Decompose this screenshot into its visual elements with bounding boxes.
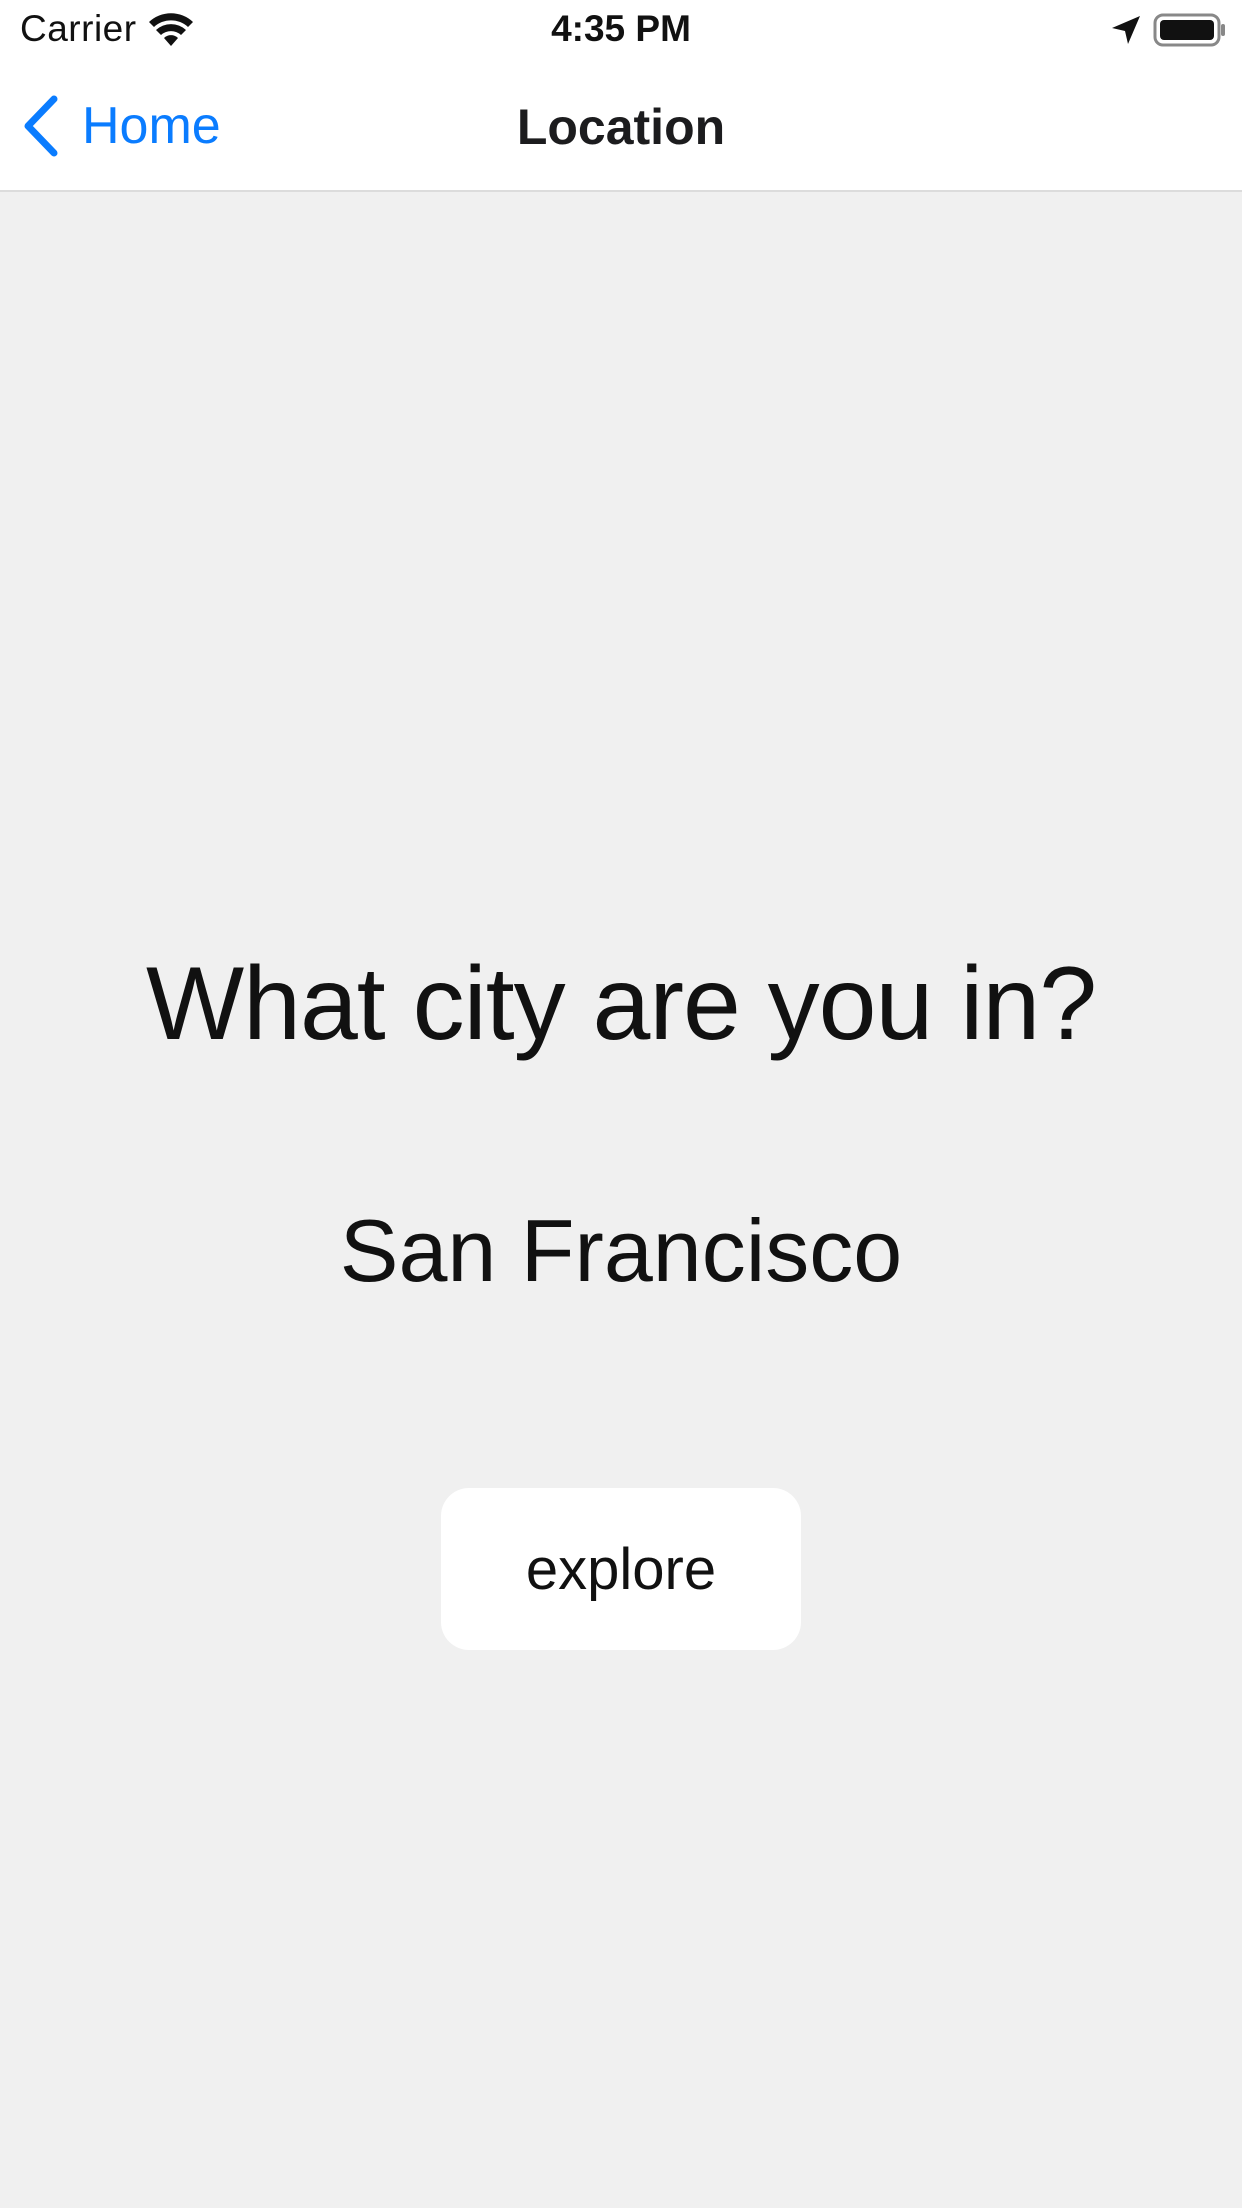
page-title: Location: [516, 99, 726, 155]
battery-icon: [1153, 13, 1225, 47]
location-screen: Carrier 4:35 PM Home Location What city …: [0, 0, 1242, 2208]
city-question: What city are you in?: [145, 946, 1097, 1062]
city-value[interactable]: San Francisco: [0, 1200, 1242, 1302]
status-bar: Carrier 4:35 PM: [0, 0, 1242, 62]
navigation-bar: Home Location: [0, 62, 1242, 192]
explore-button[interactable]: explore: [441, 1488, 801, 1650]
status-time: 4:35 PM: [551, 8, 691, 49]
location-arrow-icon: [1112, 16, 1140, 44]
